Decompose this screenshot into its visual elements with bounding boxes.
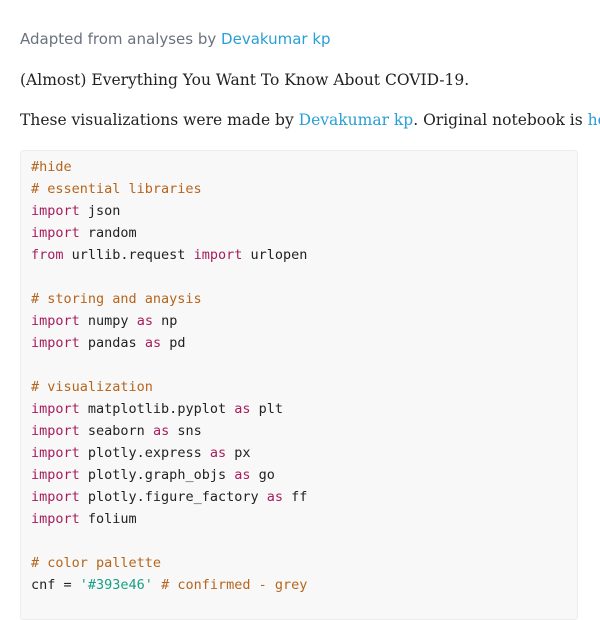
code-keyword: import [31, 401, 80, 417]
code-text: go [250, 467, 275, 483]
code-line: from urllib.request import urlopen [31, 244, 307, 266]
page-title-line: (Almost) Everything You Want To Know Abo… [20, 71, 470, 89]
code-keyword: as [136, 313, 153, 329]
credit-author-link[interactable]: Devakumar kp [299, 111, 414, 129]
code-comment: # essential libraries [31, 181, 202, 197]
code-line: import random [31, 222, 307, 244]
credit-prefix: These visualizations were made by [20, 111, 299, 129]
code-text: sns [169, 423, 202, 439]
code-keyword: import [193, 247, 243, 263]
code-keyword: as [209, 445, 227, 461]
code-keyword: import [31, 313, 80, 329]
code-text: plotly.express [79, 445, 210, 461]
code-text: px [226, 445, 251, 461]
code-line: import plotly.express as px [31, 442, 307, 464]
code-string: '#393e46' [79, 577, 153, 593]
code-line: # storing and anaysis [31, 288, 307, 310]
code-line: cnf = '#393e46' # confirmed - grey [31, 574, 307, 596]
code-text: seaborn [79, 423, 153, 439]
credit-paragraph: These visualizations were made by Devaku… [20, 111, 600, 129]
code-text: urllib.request [63, 247, 194, 263]
code-keyword: import [31, 225, 80, 241]
code-cell: #hide # essential libraries import json imp… [20, 150, 578, 620]
code-comment: #hide [31, 159, 72, 175]
code-text: json [79, 203, 121, 219]
code-text: folium [79, 511, 137, 527]
code-text: plotly.figure_factory [79, 489, 267, 505]
byline: Adapted from analyses by Devakumar kp [20, 30, 331, 48]
code-keyword: as [144, 335, 162, 351]
code-text: matplotlib.pyplot [79, 401, 235, 417]
code-keyword: import [31, 335, 80, 351]
code-block: #hide # essential libraries import json imp… [31, 156, 307, 596]
code-comment: # storing and anaysis [31, 291, 202, 307]
code-keyword: as [152, 423, 170, 439]
code-text: plotly.graph_objs [79, 467, 235, 483]
code-line: # visualization [31, 376, 307, 398]
code-keyword: as [234, 467, 251, 483]
code-line: # essential libraries [31, 178, 307, 200]
code-text: urlopen [242, 247, 308, 263]
code-line: import plotly.figure_factory as ff [31, 486, 307, 508]
code-keyword: import [31, 203, 80, 219]
code-text: ff [282, 489, 308, 505]
code-keyword: as [266, 489, 283, 505]
code-keyword: import [31, 423, 80, 439]
code-comment: # visualization [31, 379, 153, 395]
code-text: numpy [79, 313, 137, 329]
code-line: #hide [31, 156, 307, 178]
credit-middle: . Original notebook is [413, 111, 588, 129]
code-comment: # confirmed - grey [161, 577, 308, 593]
code-keyword: from [31, 247, 64, 263]
code-keyword: import [31, 511, 80, 527]
code-line: import plotly.graph_objs as go [31, 464, 307, 486]
code-text: plt [250, 401, 283, 417]
code-line: import folium [31, 508, 307, 530]
code-line: import json [31, 200, 307, 222]
code-text: pandas [79, 335, 145, 351]
code-keyword: import [31, 445, 80, 461]
notebook-link[interactable]: here [588, 111, 600, 129]
code-line: import numpy as np [31, 310, 307, 332]
code-keyword: import [31, 489, 80, 505]
code-line: import pandas as pd [31, 332, 307, 354]
code-line: import matplotlib.pyplot as plt [31, 398, 307, 420]
code-keyword: as [234, 401, 251, 417]
code-line: import seaborn as sns [31, 420, 307, 442]
byline-prefix: Adapted from analyses by [20, 30, 222, 48]
code-keyword: import [31, 467, 80, 483]
code-line: # color pallette [31, 552, 307, 574]
code-text: pd [161, 335, 186, 351]
code-text: cnf = [31, 577, 80, 593]
code-text: random [79, 225, 137, 241]
code-text: np [152, 313, 178, 329]
byline-author-link[interactable]: Devakumar kp [221, 30, 331, 48]
code-comment: # color pallette [31, 555, 162, 571]
